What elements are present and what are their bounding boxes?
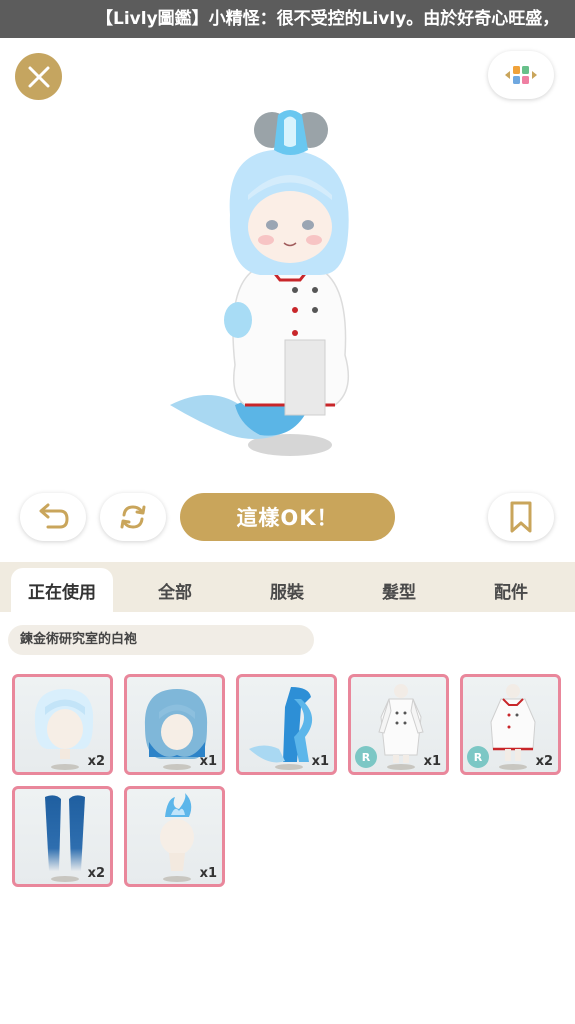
item-quantity: x2 [87,754,105,769]
randomize-button[interactable] [100,493,166,541]
avatar-preview [150,105,380,475]
layout-grid-icon [505,66,537,84]
tab-hairstyle[interactable]: 髮型 [348,568,450,612]
confirm-ok-button[interactable]: 這樣OK！ [180,493,395,541]
item-quantity: x1 [199,866,217,881]
undo-button[interactable] [20,493,86,541]
item-quantity: x2 [535,754,553,769]
tab-all[interactable]: 全部 [124,568,226,612]
news-ticker: 【Livly圖鑑】小精怪：很不受控的Livly。由於好奇心旺盛， [0,0,575,38]
item-card[interactable]: x2 [12,786,113,887]
refresh-icon [120,505,146,529]
item-card[interactable]: R x1 [348,674,449,775]
item-quantity: x2 [87,866,105,881]
bookmark-icon [510,501,532,533]
item-card[interactable]: R x2 [460,674,561,775]
item-card[interactable]: x1 [124,786,225,887]
tab-in-use[interactable]: 正在使用 [11,568,113,612]
rarity-badge: R [467,746,489,768]
rarity-badge: R [355,746,377,768]
tab-clothing[interactable]: 服裝 [236,568,338,612]
layout-toggle-button[interactable] [488,51,554,99]
item-card[interactable]: x1 [236,674,337,775]
close-button[interactable] [15,53,62,100]
avatar-illustration [170,110,350,456]
item-quantity: x1 [423,754,441,769]
close-icon [28,66,49,87]
outfit-set-filter[interactable]: 鍊金術研究室的白袍 [8,625,314,655]
item-card[interactable]: x2 [12,674,113,775]
bookmark-button[interactable] [488,493,554,541]
item-card[interactable]: x1 [124,674,225,775]
category-tabs: 正在使用 全部 服裝 髮型 配件 [0,562,575,612]
undo-icon [39,503,69,529]
item-quantity: x1 [199,754,217,769]
ticker-text: 【Livly圖鑑】小精怪：很不受控的Livly。由於好奇心旺盛， [96,9,560,29]
tab-accessories[interactable]: 配件 [460,568,562,612]
item-quantity: x1 [311,754,329,769]
